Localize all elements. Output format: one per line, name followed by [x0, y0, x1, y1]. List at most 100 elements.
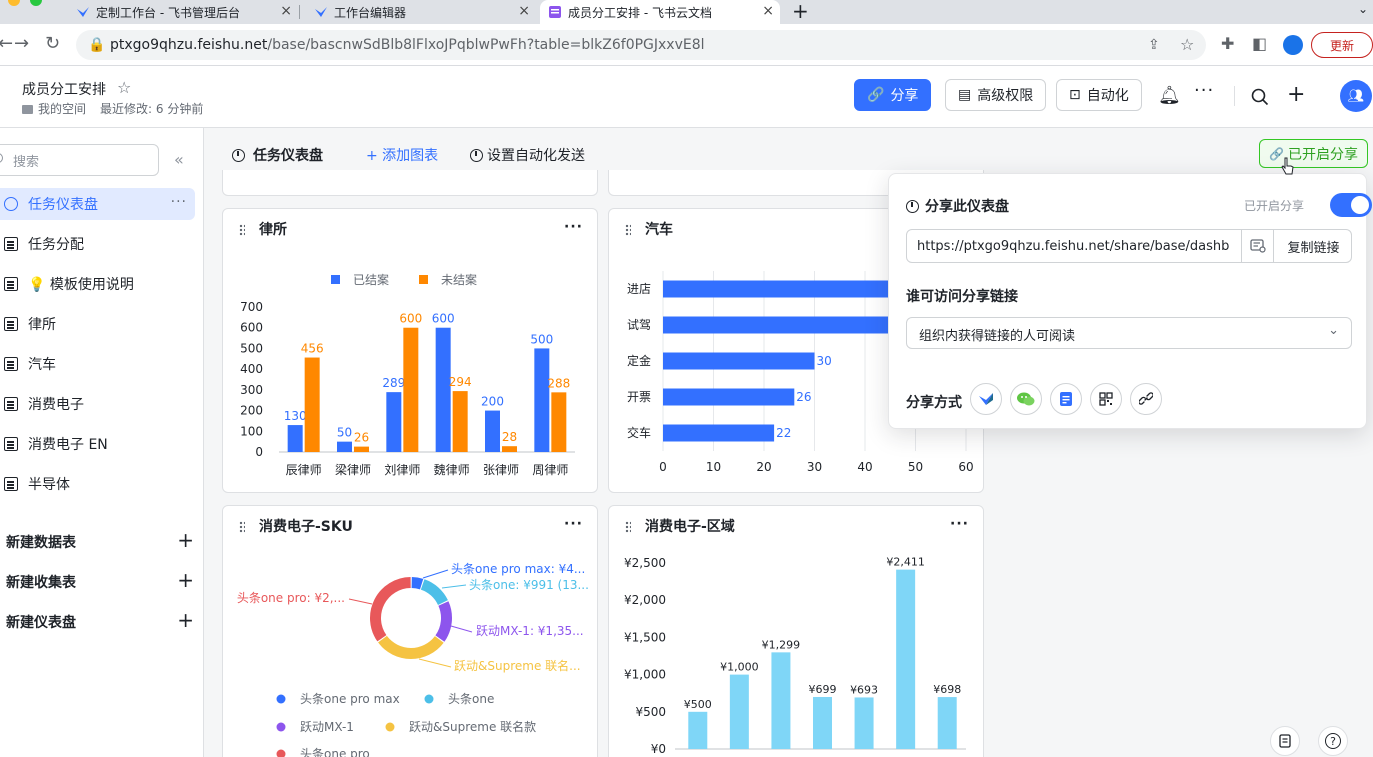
share-to-wechat-button[interactable]	[1010, 383, 1042, 415]
collapse-sidebar-icon[interactable]: «	[174, 150, 184, 169]
search-placeholder: 搜索	[13, 154, 40, 170]
chart-card-sku[interactable]: 消费电子-SKU ··· 头条one pro max: ¥4... 头条one: …	[222, 505, 598, 757]
window-minimize-button[interactable]	[8, 0, 20, 6]
update-label: 更新	[1329, 38, 1354, 53]
more-icon[interactable]: ···	[1194, 80, 1214, 101]
data-label: 22	[776, 426, 791, 440]
sidebar-item-dashboard[interactable]: 任务仪表盘 ···	[0, 188, 195, 220]
y-tick-label: 600	[240, 321, 263, 335]
doc-location[interactable]: 我的空间	[22, 100, 86, 117]
sidepanel-icon[interactable]: ◧	[1252, 34, 1267, 53]
user-avatar[interactable]: 👥︎	[1340, 80, 1372, 112]
new-table-button[interactable]: 新建数据表 +	[6, 528, 194, 552]
legend-label: 头条one pro max	[300, 692, 400, 706]
favorite-star-icon[interactable]: ☆	[117, 78, 131, 97]
chart-card-region[interactable]: 消费电子-区域 ··· ¥0 ¥500 ¥1,000 ¥1,500 ¥2,000 ¥2,5…	[608, 505, 984, 757]
add-chart-button[interactable]: + 添加图表	[366, 145, 438, 165]
share-button[interactable]: 🔗 分享	[854, 79, 932, 111]
y-tick-label: 试驾	[627, 317, 651, 332]
share-to-docs-button[interactable]	[1050, 383, 1082, 415]
shared-status-button[interactable]: 🔗 已开启分享	[1259, 139, 1368, 168]
sku-donut-chart: 头条one pro max: ¥4... 头条one: ¥991 (13... 跃动…	[237, 562, 589, 757]
x-tick-label: 辰律师	[286, 463, 322, 477]
sidebar-item-guide[interactable]: 💡 模板使用说明	[0, 268, 195, 300]
sidebar-item-semiconductor[interactable]: 半导体	[0, 468, 195, 500]
bar	[937, 697, 957, 749]
more-icon[interactable]: ···	[171, 194, 187, 210]
plus-icon[interactable]: +	[1287, 82, 1305, 107]
share-qrcode-button[interactable]	[1090, 383, 1122, 415]
browser-tab-bar: 定制工作台 - 飞书管理后台 × 工作台编辑器 × 成员分工安排 - 飞书云文档…	[0, 0, 1373, 24]
extensions-puzzle-icon[interactable]: ✚	[1221, 34, 1234, 53]
automation-button[interactable]: ⊡ 自动化	[1056, 79, 1142, 111]
new-tab-button[interactable]: +	[792, 0, 809, 23]
window-maximize-button[interactable]	[30, 0, 42, 6]
automation-label: 自动化	[1086, 88, 1129, 104]
y-tick-label: 700	[240, 300, 263, 314]
browser-update-button[interactable]: 更新	[1311, 32, 1373, 58]
address-bar[interactable]: 🔒 ptxgo9qhzu.feishu.net/base/bascnwSdBlb…	[76, 30, 1206, 60]
dashboard-title-label: 任务仪表盘	[253, 148, 323, 164]
bookmark-star-icon[interactable]: ☆	[1180, 35, 1194, 54]
chart-card-law[interactable]: 律所 ··· 0 100 200 300 400 500 600 700 辰律师 130 456 梁律…	[222, 208, 598, 493]
x-tick-label: 张律师	[483, 463, 519, 477]
sidebar-item-tasks[interactable]: 任务分配	[0, 228, 195, 260]
sidebar-search-input[interactable]: 搜索	[0, 144, 159, 176]
x-tick-label: 梁律师	[335, 462, 371, 477]
url-path: /base/bascnwSdBlb8lFlxoJPqblwPwFh?table=…	[267, 37, 705, 53]
share-copy-link-button[interactable]	[1130, 383, 1162, 415]
feishu-icon	[315, 7, 327, 17]
share-link-field[interactable]: https://ptxgo9qhzu.feishu.net/share/base…	[906, 229, 1352, 263]
forward-arrow-icon[interactable]: →	[14, 33, 29, 54]
sidebar-item-electronics[interactable]: 消费电子	[0, 388, 195, 420]
donut-slice	[411, 577, 424, 590]
tab-list-chevron-icon[interactable]: ⌄	[1358, 2, 1368, 16]
x-tick-label: 0	[659, 460, 667, 474]
reload-icon[interactable]: ↻	[45, 33, 60, 54]
tab-close-button[interactable]: ×	[280, 3, 292, 19]
sidebar-item-law[interactable]: 律所	[0, 308, 195, 340]
doc-title[interactable]: 成员分工安排	[22, 79, 106, 99]
access-select[interactable]: 组织内获得链接的人可阅读 ⌄	[906, 317, 1352, 349]
table-icon	[4, 477, 18, 491]
document-icon	[1279, 734, 1291, 748]
legend-label: 跃动MX-1	[300, 720, 354, 734]
share-toggle[interactable]	[1330, 193, 1372, 217]
document-float-button[interactable]	[1270, 726, 1300, 756]
sidebar-item-electronics-en[interactable]: 消费电子 EN	[0, 428, 195, 460]
tab-close-button[interactable]: ×	[518, 3, 530, 19]
copy-link-button[interactable]: 复制链接	[1273, 230, 1353, 262]
browser-tab-editor[interactable]: 工作台编辑器 ×	[306, 0, 536, 24]
bar-未结案	[354, 446, 369, 452]
share-link-text[interactable]: https://ptxgo9qhzu.feishu.net/share/base…	[917, 239, 1237, 254]
browser-tab-admin[interactable]: 定制工作台 - 飞书管理后台 ×	[68, 0, 298, 24]
wechat-icon	[1017, 392, 1035, 406]
share-to-feishu-button[interactable]	[970, 383, 1002, 415]
card-partial-top-left	[222, 170, 598, 196]
legend-label: 头条one pro	[300, 747, 370, 757]
advanced-permissions-button[interactable]: ▤ 高级权限	[945, 79, 1047, 111]
legend-swatch	[276, 749, 286, 757]
x-tick-label: 10	[706, 460, 721, 474]
legend-label: 已结案	[353, 272, 389, 287]
tab-close-button[interactable]: ×	[762, 3, 774, 19]
data-label: 294	[449, 375, 472, 389]
browser-tab-docs[interactable]: 成员分工安排 - 飞书云文档 ×	[540, 0, 780, 24]
help-float-button[interactable]: ?	[1318, 726, 1348, 756]
link-settings-icon[interactable]	[1241, 230, 1273, 262]
share-page-icon[interactable]: ⇪	[1148, 37, 1160, 53]
sidebar-item-car[interactable]: 汽车	[0, 348, 195, 380]
new-dashboard-button[interactable]: 新建仪表盘 +	[6, 608, 194, 632]
y-tick-label: 进店	[627, 282, 651, 296]
new-form-button[interactable]: 新建收集表 +	[6, 568, 194, 592]
search-icon[interactable]	[1251, 88, 1269, 106]
legend-swatch	[385, 722, 395, 732]
bell-icon[interactable]: 🔔︎	[1158, 85, 1181, 106]
access-select-value: 组织内获得链接的人可阅读	[919, 329, 1076, 344]
profile-avatar-icon[interactable]	[1283, 35, 1303, 55]
data-label: 50	[337, 426, 352, 440]
data-label: 26	[796, 390, 811, 404]
plus-icon: +	[177, 568, 194, 592]
back-arrow-icon[interactable]: ←	[0, 33, 13, 54]
auto-send-button[interactable]: 设置自动化发送	[470, 145, 585, 165]
